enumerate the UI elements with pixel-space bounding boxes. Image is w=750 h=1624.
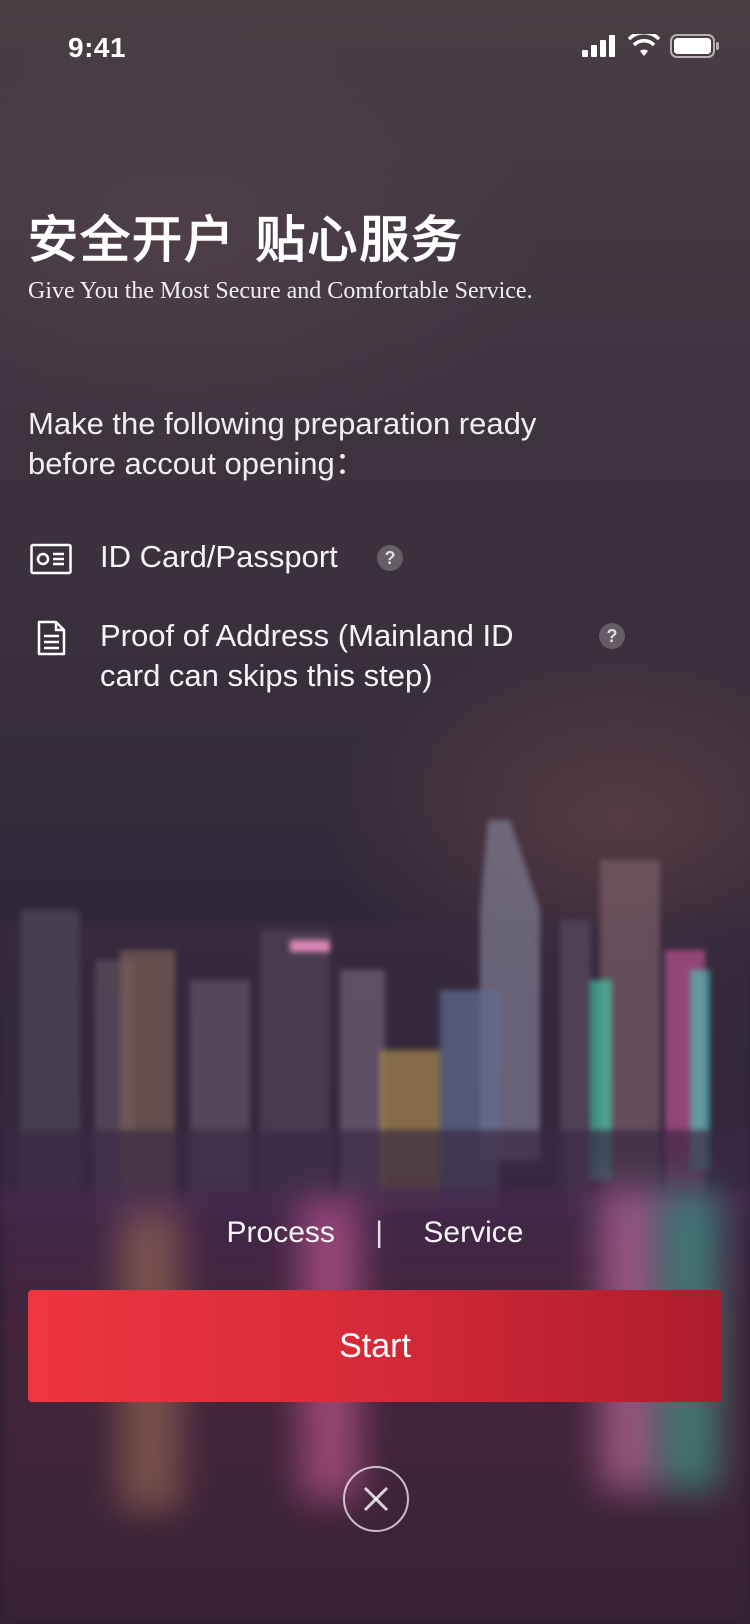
preparation-intro-line1: Make the following preparation ready [28,406,537,441]
status-icons [582,34,720,58]
footer-links: Process | Service [0,1216,750,1250]
start-button[interactable]: Start [28,1290,722,1402]
close-button[interactable] [343,1466,409,1532]
help-icon[interactable]: ? [599,623,625,649]
skyline-graphic [0,820,750,1220]
signal-icon [582,35,615,57]
requirement-label: Proof of Address (Mainland ID card can s… [100,616,514,696]
close-icon [363,1486,389,1512]
process-link[interactable]: Process [227,1216,335,1250]
id-card-icon [30,543,72,575]
status-bar: 9:41 [0,0,750,96]
start-button-label: Start [339,1326,411,1365]
service-link[interactable]: Service [423,1216,523,1250]
requirement-label: ID Card/Passport [100,539,338,574]
help-icon[interactable]: ? [377,545,403,571]
document-icon [37,620,66,656]
preparation-intro-line2: before accout opening： [28,446,366,481]
page-subtitle-english: Give You the Most Secure and Comfortable… [28,278,533,304]
requirement-label-line2: card can skips this step) [100,658,433,693]
link-divider: | [375,1216,384,1249]
status-time: 9:41 [68,32,127,63]
requirement-id-card: ID Card/Passport [30,537,338,577]
requirement-label-line1: Proof of Address (Mainland ID [100,618,514,653]
page-title-chinese: 安全开户 贴心服务 [28,210,464,269]
requirement-proof-of-address: Proof of Address (Mainland ID card can s… [30,616,514,696]
battery-icon [670,34,719,58]
wifi-icon [628,34,660,56]
preparation-intro: Make the following preparation ready bef… [28,404,668,484]
